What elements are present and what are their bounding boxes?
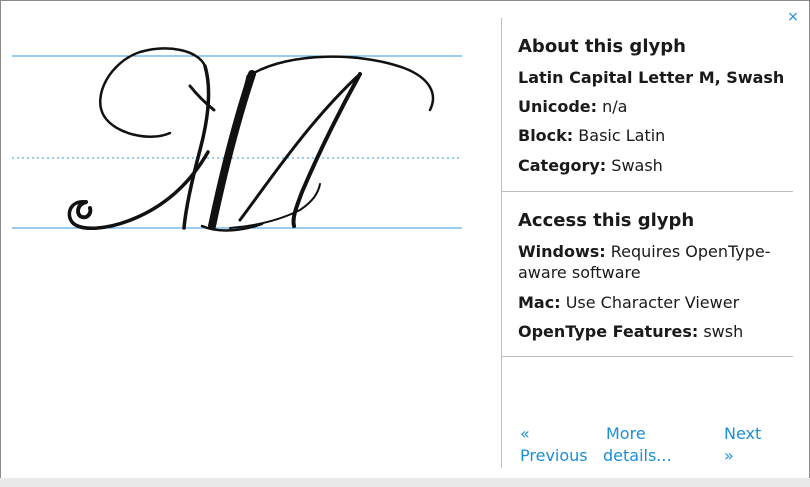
previous-label: Previous — [520, 446, 588, 465]
windows-value-line2: aware software — [518, 263, 641, 282]
previous-arrow: « — [520, 424, 530, 443]
category-value: Swash — [611, 156, 663, 175]
about-title: About this glyph — [518, 36, 686, 57]
glyph-preview — [0, 30, 470, 250]
glyph-preview-canvas — [12, 47, 462, 232]
next-arrow: » — [724, 446, 734, 465]
section-divider-bottom — [502, 356, 793, 357]
next-link[interactable]: Next » — [724, 423, 761, 467]
category-label: Category: — [518, 156, 607, 175]
block-row: Block: Basic Latin — [518, 126, 665, 146]
more-label: More — [606, 424, 646, 443]
mac-row: Mac: Use Character Viewer — [518, 293, 739, 313]
next-label: Next — [724, 424, 762, 443]
features-value: swsh — [703, 322, 744, 341]
unicode-label: Unicode: — [518, 97, 598, 116]
section-divider — [502, 191, 793, 192]
windows-value-line1: Requires OpenType- — [610, 242, 771, 261]
block-label: Block: — [518, 126, 574, 145]
category-row: Category: Swash — [518, 156, 663, 176]
features-label: OpenType Features: — [518, 322, 699, 341]
previous-link[interactable]: « Previous — [520, 423, 588, 467]
block-value: Basic Latin — [578, 126, 666, 145]
windows-row-continued: aware software — [518, 263, 641, 283]
features-row: OpenType Features: swsh — [518, 322, 743, 342]
windows-row: Windows: Requires OpenType- — [518, 242, 771, 262]
glyph-info-panel: About this glyph Latin Capital Letter M,… — [501, 18, 793, 468]
more-details-link[interactable]: More details... — [603, 423, 672, 467]
windows-label: Windows: — [518, 242, 606, 261]
details-label: details... — [603, 446, 672, 465]
mac-value: Use Character Viewer — [565, 293, 740, 312]
about-section: About this glyph — [518, 36, 686, 57]
unicode-value: n/a — [602, 97, 628, 116]
glyph-name: Latin Capital Letter M, Swash — [518, 68, 785, 87]
background-strip — [0, 478, 810, 487]
unicode-row: Unicode: n/a — [518, 97, 627, 117]
mac-label: Mac: — [518, 293, 561, 312]
swash-m-glyph — [67, 47, 435, 232]
access-title: Access this glyph — [518, 210, 695, 231]
